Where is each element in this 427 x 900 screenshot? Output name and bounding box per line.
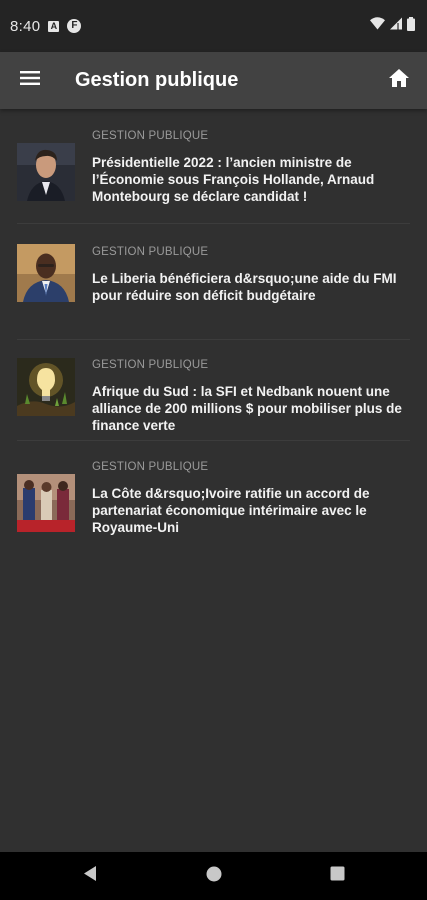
- home-circle-icon: [206, 866, 222, 887]
- article-thumbnail: [17, 474, 75, 532]
- app-bar: Gestion publique: [0, 52, 427, 109]
- status-right: [370, 16, 415, 36]
- page-title: Gestion publique: [75, 69, 239, 91]
- article-thumbnail: [17, 244, 75, 302]
- article-title: La Côte d&rsquo;Ivoire ratifie un accord…: [92, 486, 370, 535]
- article-item[interactable]: GESTION PUBLIQUE Présidentielle 2022 : l…: [0, 109, 427, 223]
- nav-recents-button[interactable]: [307, 852, 367, 900]
- nav-back-button[interactable]: [60, 852, 120, 900]
- article-item[interactable]: GESTION PUBLIQUE Le Liberia bénéficiera …: [0, 224, 427, 339]
- status-time: 8:40: [10, 17, 41, 35]
- article-category: GESTION PUBLIQUE: [92, 359, 209, 371]
- menu-button[interactable]: [0, 52, 60, 109]
- status-left: 8:40 A F: [10, 17, 82, 35]
- back-triangle-icon: [82, 865, 98, 887]
- article-item[interactable]: GESTION PUBLIQUE La Côte d&rsquo;Ivoire …: [0, 441, 427, 556]
- notification-f-icon: F: [67, 19, 82, 33]
- article-title: Afrique du Sud : la SFI et Nedbank nouen…: [92, 384, 402, 433]
- article-thumbnail: [17, 358, 75, 416]
- article-title: Le Liberia bénéficiera d&rsquo;une aide …: [92, 271, 397, 303]
- article-title: Présidentielle 2022 : l’ancien ministre …: [92, 155, 375, 204]
- home-button[interactable]: [371, 52, 427, 109]
- status-bar: 8:40 A F: [0, 0, 427, 52]
- cell-signal-icon: [390, 17, 402, 35]
- article-category: GESTION PUBLIQUE: [92, 246, 209, 258]
- article-item[interactable]: GESTION PUBLIQUE Afrique du Sud : la SFI…: [0, 340, 427, 456]
- wifi-icon: [370, 17, 385, 35]
- recents-square-icon: [330, 866, 345, 886]
- home-icon: [388, 68, 410, 93]
- article-category: GESTION PUBLIQUE: [92, 130, 209, 142]
- nav-home-button[interactable]: [184, 852, 244, 900]
- article-category: GESTION PUBLIQUE: [92, 461, 209, 473]
- battery-icon: [407, 16, 415, 36]
- article-thumbnail: [17, 143, 75, 201]
- hamburger-menu-icon: [20, 70, 40, 91]
- notification-a-icon: A: [48, 20, 60, 32]
- system-nav-bar: [0, 852, 427, 900]
